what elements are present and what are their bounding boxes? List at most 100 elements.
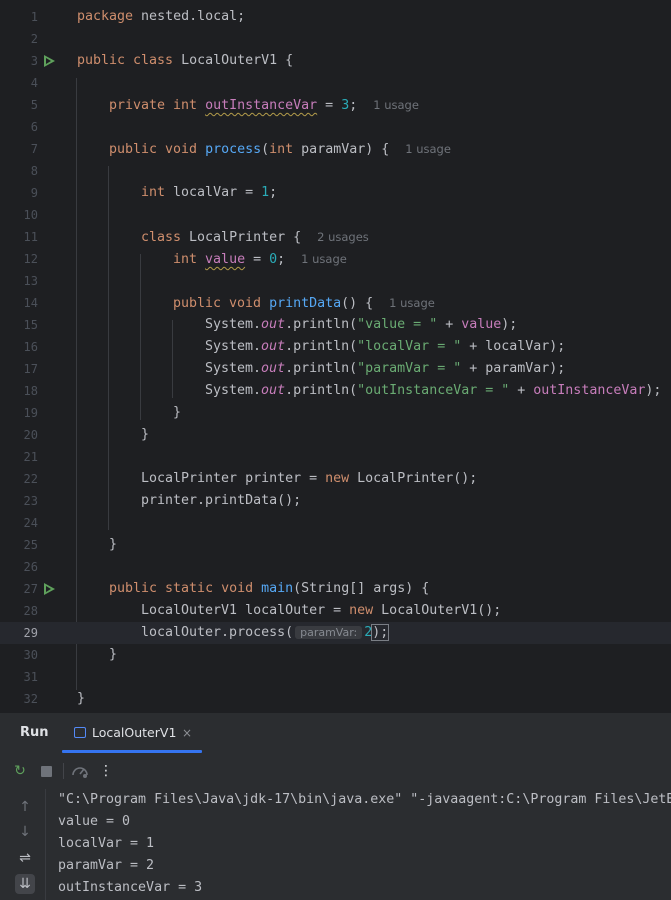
toolbar-divider [63, 763, 64, 779]
code-line[interactable]: 19 } [0, 402, 671, 424]
line-number: 12 [23, 252, 38, 266]
code-line[interactable]: 32 } [0, 688, 671, 710]
rerun-icon[interactable]: ↻ [11, 762, 29, 780]
line-number: 10 [23, 208, 38, 222]
run-toolbar: ↻ ⋮ [0, 754, 671, 788]
code-text: LocalPrinter printer = new LocalPrinter(… [141, 471, 478, 486]
code-text: public void printData() {1 usage [173, 296, 435, 311]
line-number: 19 [23, 406, 38, 420]
code-line[interactable]: 28 LocalOuterV1 localOuter = new LocalOu… [0, 600, 671, 622]
line-number: 7 [30, 142, 38, 156]
code-text: int localVar = 1; [141, 185, 278, 200]
line-number: 5 [30, 98, 38, 112]
code-line[interactable]: 20 } [0, 424, 671, 446]
usage-hint[interactable]: 1 usage [373, 98, 419, 112]
code-text: class LocalPrinter {2 usages [141, 230, 369, 245]
run-config-tab[interactable]: LocalOuterV1 × [62, 713, 202, 753]
line-number: 1 [30, 10, 38, 24]
code-line[interactable]: 14 public void printData() {1 usage [0, 292, 671, 314]
code-text: } [109, 647, 118, 662]
code-line[interactable]: 21 [0, 446, 671, 468]
line-number: 17 [23, 362, 38, 376]
line-number: 31 [23, 670, 38, 684]
line-number: 13 [23, 274, 38, 288]
code-line[interactable]: 10 [0, 204, 671, 226]
line-number: 4 [30, 76, 38, 90]
code-text: System.out.println("value = " + value); [205, 317, 518, 332]
code-line[interactable]: 6 [0, 116, 671, 138]
console-line: outInstanceVar = 3 [58, 880, 203, 895]
line-number: 23 [23, 494, 38, 508]
line-number: 22 [23, 472, 38, 486]
code-line[interactable]: 31 [0, 666, 671, 688]
console-line: paramVar = 2 [58, 858, 155, 873]
line-number: 15 [23, 318, 38, 332]
code-line[interactable]: 2 [0, 28, 671, 50]
text-caret: ); [371, 624, 390, 641]
code-text: } [77, 691, 86, 706]
code-line[interactable]: 3 public class LocalOuterV1 { [0, 50, 671, 72]
code-line[interactable]: 18 System.out.println("outInstanceVar = … [0, 380, 671, 402]
line-number: 29 [23, 626, 38, 640]
code-line[interactable]: 27 public static void main(String[] args… [0, 578, 671, 600]
line-number: 28 [23, 604, 38, 618]
code-line[interactable]: 22 LocalPrinter printer = new LocalPrint… [0, 468, 671, 490]
line-number: 27 [23, 582, 38, 596]
code-line[interactable]: 4 [0, 72, 671, 94]
usage-hint[interactable]: 1 usage [301, 252, 347, 266]
run-panel-title[interactable]: Run [20, 713, 49, 753]
line-number: 21 [23, 450, 38, 464]
code-editor[interactable]: 1 package nested.local; 2 3 public class… [0, 0, 671, 712]
code-line[interactable]: 17 System.out.println("paramVar = " + pa… [0, 358, 671, 380]
run-panel-header: Run LocalOuterV1 × [0, 713, 671, 753]
line-number: 11 [23, 230, 38, 244]
code-line[interactable]: 24 [0, 512, 671, 534]
down-arrow-icon[interactable]: ↓ [15, 822, 35, 842]
console-side-toolbar: ↑ ↓ ⇌ ⇊ [0, 789, 46, 900]
soft-wrap-icon[interactable]: ⇌ [15, 848, 35, 868]
stop-icon[interactable] [41, 766, 52, 777]
console-line: value = 0 [58, 814, 131, 829]
code-line[interactable]: 16 System.out.println("localVar = " + lo… [0, 336, 671, 358]
line-number: 24 [23, 516, 38, 530]
run-config-icon [74, 727, 86, 738]
up-arrow-icon[interactable]: ↑ [15, 797, 35, 817]
usage-hint[interactable]: 1 usage [389, 296, 435, 310]
code-line[interactable]: 7 public void process(int paramVar) {1 u… [0, 138, 671, 160]
scroll-to-end-icon[interactable]: ⇊ [15, 874, 35, 894]
coverage-icon[interactable] [71, 763, 89, 779]
code-line[interactable]: 26 [0, 556, 671, 578]
line-number: 9 [30, 186, 38, 200]
code-line[interactable]: 15 System.out.println("value = " + value… [0, 314, 671, 336]
line-number: 3 [30, 54, 38, 68]
usage-hint[interactable]: 1 usage [405, 142, 451, 156]
run-gutter-icon[interactable] [44, 583, 55, 595]
line-number: 18 [23, 384, 38, 398]
code-line[interactable]: 8 [0, 160, 671, 182]
code-text: } [109, 537, 118, 552]
code-line[interactable]: 5 private int outInstanceVar = 3; 1 usage [0, 94, 671, 116]
usage-hint[interactable]: 2 usages [317, 230, 369, 244]
line-number: 16 [23, 340, 38, 354]
code-text: } [141, 427, 150, 442]
code-line[interactable]: 1 package nested.local; [0, 6, 671, 28]
code-line[interactable]: 13 [0, 270, 671, 292]
code-text: int value = 0; 1 usage [173, 252, 347, 267]
code-line[interactable]: 23 printer.printData(); [0, 490, 671, 512]
more-options-icon[interactable]: ⋮ [97, 762, 115, 780]
code-line-current[interactable]: 29 localOuter.process(paramVar: 2); [0, 622, 671, 644]
run-gutter-icon[interactable] [44, 55, 55, 67]
code-text: printer.printData(); [141, 493, 302, 508]
code-text: System.out.println("paramVar = " + param… [205, 361, 566, 376]
code-text: public class LocalOuterV1 { [77, 53, 294, 68]
code-line[interactable]: 30 } [0, 644, 671, 666]
code-line[interactable]: 12 int value = 0; 1 usage [0, 248, 671, 270]
run-config-tab-label: LocalOuterV1 [92, 725, 177, 740]
line-number: 30 [23, 648, 38, 662]
code-line[interactable]: 11 class LocalPrinter {2 usages [0, 226, 671, 248]
close-icon[interactable]: × [182, 713, 192, 753]
run-tool-window: Run LocalOuterV1 × ↻ ⋮ ↑ ↓ ⇌ ⇊ "C:\Progr… [0, 712, 671, 900]
code-line[interactable]: 9 int localVar = 1; [0, 182, 671, 204]
console-output[interactable]: "C:\Program Files\Java\jdk-17\bin\java.e… [58, 789, 671, 900]
code-line[interactable]: 25 } [0, 534, 671, 556]
